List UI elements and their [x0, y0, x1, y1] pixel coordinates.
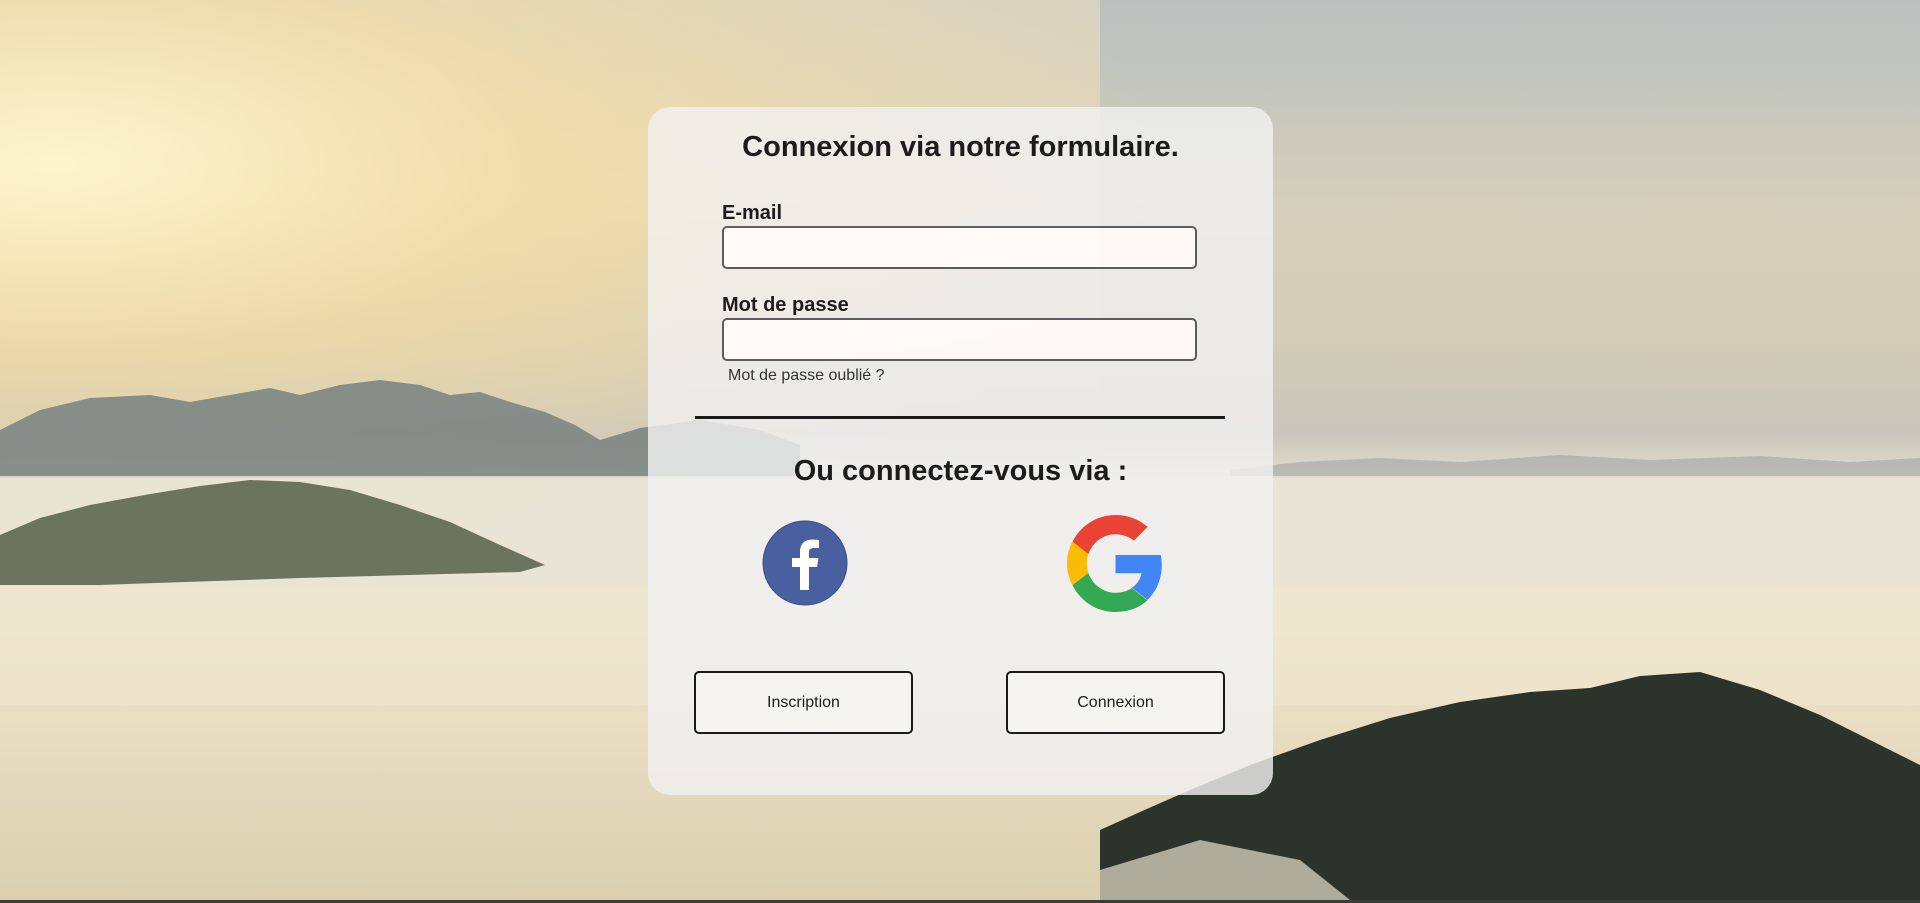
email-field[interactable]: [722, 226, 1197, 269]
login-button[interactable]: Connexion: [1006, 671, 1225, 734]
email-label: E-mail: [722, 202, 783, 224]
facebook-icon: [762, 520, 848, 606]
social-login-title: Ou connectez-vous via :: [793, 455, 1128, 487]
password-field[interactable]: [722, 318, 1197, 361]
login-card: Connexion via notre formulaire. E-mail M…: [648, 107, 1273, 795]
google-login-button[interactable]: [1067, 515, 1164, 612]
forgot-password-link[interactable]: Mot de passe oublié ?: [728, 367, 885, 385]
divider: [695, 416, 1225, 419]
form-title: Connexion via notre formulaire.: [742, 131, 1179, 163]
login-page: Connexion via notre formulaire. E-mail M…: [0, 0, 1920, 903]
google-icon: [1067, 515, 1162, 612]
facebook-login-button[interactable]: [762, 520, 848, 606]
signup-button[interactable]: Inscription: [694, 671, 913, 734]
password-label: Mot de passe: [722, 294, 849, 316]
